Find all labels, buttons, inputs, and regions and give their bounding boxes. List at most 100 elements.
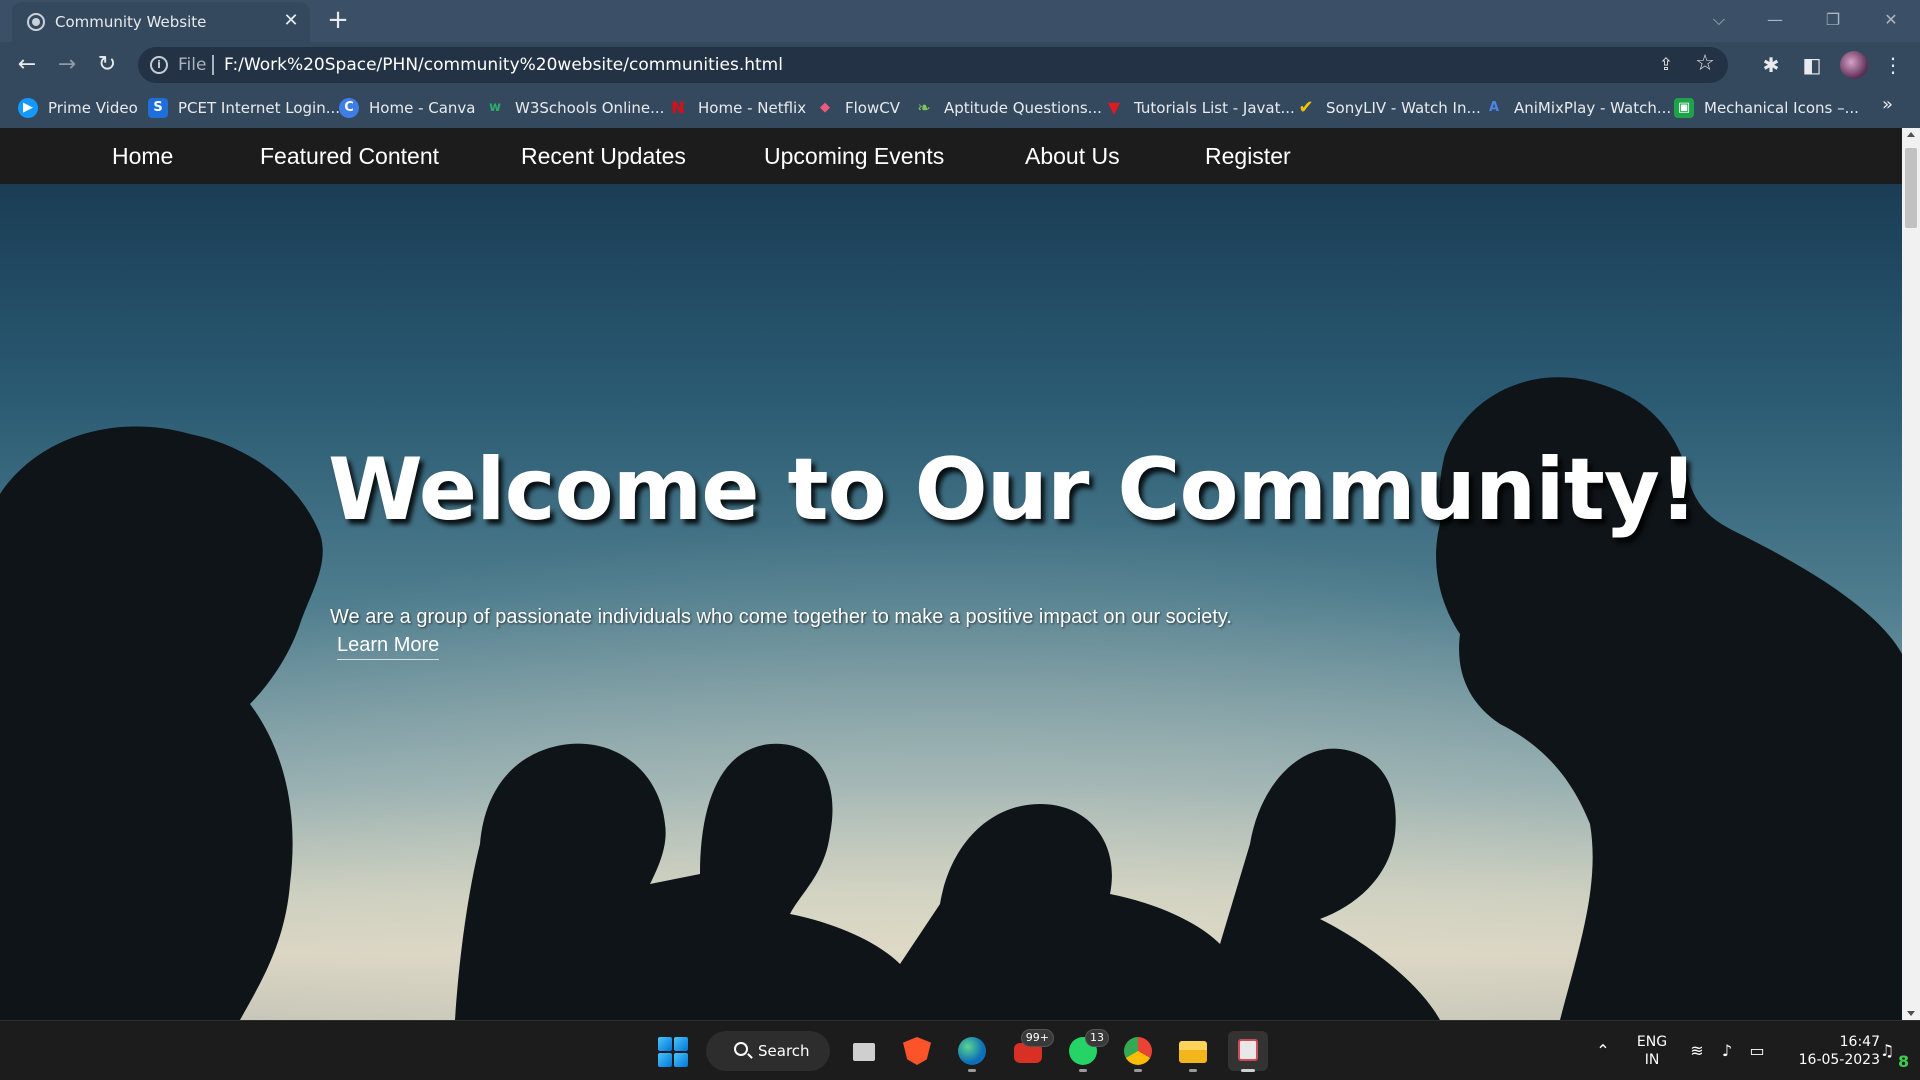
language-code: ENG <box>1636 1034 1668 1050</box>
bookmark-label: Mechanical Icons –... <box>1704 99 1859 117</box>
nav-home[interactable]: Home <box>112 128 173 184</box>
running-indicator <box>1189 1069 1197 1072</box>
time: 16:47 <box>1839 1034 1880 1050</box>
back-icon[interactable]: ← <box>12 50 42 80</box>
flowcv-icon: ◆ <box>820 100 830 115</box>
url-scheme: File <box>178 55 207 75</box>
taskbar-search[interactable]: Search <box>706 1031 830 1071</box>
nav-upcoming-events[interactable]: Upcoming Events <box>764 128 944 184</box>
bookmark-pcet[interactable]: S PCET Internet Login... <box>148 96 340 120</box>
bookmark-aptitude[interactable]: ❧ Aptitude Questions... <box>914 96 1102 120</box>
bookmark-animixplay[interactable]: A AniMixPlay - Watch... <box>1484 96 1671 120</box>
hero-section: Welcome to Our Community! We are a group… <box>0 184 1902 1020</box>
new-tab-button[interactable]: + <box>324 6 352 34</box>
running-indicator <box>968 1069 976 1072</box>
notification-bell-icon[interactable]: ♫ <box>1876 1041 1898 1061</box>
share-icon[interactable]: ⇪ <box>1656 55 1676 75</box>
browser-toolbar: ← → ↻ i File F:/Work%20Space/PHN/communi… <box>0 42 1920 88</box>
task-view-icon[interactable] <box>843 1031 883 1071</box>
bookmark-label: FlowCV <box>845 99 900 117</box>
language-indicator[interactable]: ENG IN <box>1630 1033 1674 1069</box>
bookmark-netflix[interactable]: N Home - Netflix <box>668 96 806 120</box>
nav-register[interactable]: Register <box>1205 128 1291 184</box>
tab-search-icon[interactable]: ⌵ <box>1696 6 1742 34</box>
mail-icon[interactable]: 99+ <box>1008 1029 1054 1071</box>
windows-start-icon[interactable] <box>658 1037 688 1067</box>
region-code: IN <box>1644 1052 1660 1068</box>
site-navbar: Home Featured Content Recent Updates Upc… <box>0 128 1902 184</box>
address-bar[interactable]: i File F:/Work%20Space/PHN/community%20w… <box>138 47 1728 83</box>
page-scrollbar[interactable] <box>1902 128 1920 1020</box>
bookmark-label: W3Schools Online... <box>515 99 665 117</box>
bookmarks-overflow-icon[interactable]: » <box>1882 94 1893 115</box>
chrome-browser-icon[interactable] <box>1118 1031 1158 1072</box>
menu-icon[interactable]: ⋮ <box>1880 52 1906 78</box>
clock[interactable]: 16:47 16-05-2023 <box>1780 1033 1880 1069</box>
mechanical-icons-icon: ▣ <box>1674 98 1694 118</box>
bookmark-label: SonyLIV - Watch In... <box>1326 99 1481 117</box>
active-indicator <box>1241 1069 1255 1072</box>
edge-glyph <box>958 1037 986 1065</box>
close-tab-icon[interactable]: ✕ <box>280 10 302 32</box>
whatsapp-icon[interactable]: 13 <box>1063 1029 1109 1072</box>
animixplay-icon: A <box>1488 100 1500 115</box>
volume-icon[interactable]: ♪ <box>1716 1041 1738 1061</box>
sonyliv-icon: ✔ <box>1298 97 1314 118</box>
netflix-icon: N <box>671 98 685 117</box>
search-label: Search <box>758 1042 810 1060</box>
restore-icon[interactable]: ❐ <box>1810 6 1856 34</box>
bookmark-canva[interactable]: C Home - Canva <box>339 96 476 120</box>
tab-community-website[interactable]: Community Website ✕ <box>12 2 310 42</box>
forward-icon[interactable]: → <box>52 50 82 80</box>
globe-icon <box>27 13 45 31</box>
tab-title: Community Website <box>55 13 207 31</box>
scroll-up-icon[interactable] <box>1907 132 1915 137</box>
bookmark-prime-video[interactable]: ▶ Prime Video <box>18 96 138 120</box>
date: 16-05-2023 <box>1798 1052 1880 1068</box>
learn-more-link[interactable]: Learn More <box>337 634 440 660</box>
bookmark-javatpoint[interactable]: ▼ Tutorials List - Javat... <box>1104 96 1295 120</box>
battery-icon[interactable]: ▭ <box>1746 1041 1768 1061</box>
bookmark-label: Tutorials List - Javat... <box>1134 99 1295 117</box>
bookmark-star-icon[interactable]: ☆ <box>1694 53 1716 75</box>
nav-recent-updates[interactable]: Recent Updates <box>521 128 686 184</box>
bookmark-flowcv[interactable]: ◆ FlowCV <box>815 96 900 120</box>
notification-count: 8 <box>1898 1052 1910 1071</box>
bookmark-label: PCET Internet Login... <box>178 99 341 117</box>
brave-browser-icon[interactable] <box>897 1031 937 1071</box>
profile-avatar[interactable] <box>1840 51 1868 79</box>
extensions-icon[interactable]: ✱ <box>1758 52 1784 78</box>
bookmark-sonyliv[interactable]: ✔ SonyLIV - Watch In... <box>1296 96 1481 120</box>
file-explorer-icon[interactable] <box>1173 1031 1213 1072</box>
windows-taskbar: Search 99+ 13 ⌃ ENG IN ≋ ♪ ▭ 16:47 16-05… <box>0 1020 1920 1080</box>
edge-browser-icon[interactable] <box>952 1031 992 1072</box>
minimize-icon[interactable]: — <box>1752 6 1798 34</box>
nav-featured-content[interactable]: Featured Content <box>260 128 439 184</box>
snipping-tool-icon[interactable] <box>1228 1031 1268 1072</box>
whatsapp-badge: 13 <box>1085 1029 1109 1047</box>
close-window-icon[interactable]: ✕ <box>1868 6 1914 34</box>
url-text[interactable]: F:/Work%20Space/PHN/community%20website/… <box>224 55 783 75</box>
running-indicator <box>1134 1069 1142 1072</box>
nav-about-us[interactable]: About Us <box>1025 128 1120 184</box>
tab-strip: Community Website ✕ + ⌵ — ❐ ✕ <box>0 0 1920 42</box>
pcet-icon: S <box>148 98 168 118</box>
side-panel-icon[interactable]: ◧ <box>1799 52 1825 78</box>
bookmark-w3schools[interactable]: w W3Schools Online... <box>485 96 664 120</box>
url-separator <box>212 55 214 75</box>
scroll-down-icon[interactable] <box>1907 1011 1915 1016</box>
reload-icon[interactable]: ↻ <box>92 50 122 80</box>
site-info-icon[interactable]: i <box>150 56 168 74</box>
wifi-icon[interactable]: ≋ <box>1686 1041 1708 1061</box>
folder-glyph <box>1179 1041 1207 1063</box>
scroll-thumb[interactable] <box>1905 148 1917 228</box>
bookmark-label: Home - Canva <box>369 99 476 117</box>
bookmark-label: Aptitude Questions... <box>944 99 1102 117</box>
task-view-glyph <box>853 1043 875 1061</box>
prime-video-icon: ▶ <box>18 98 38 118</box>
bookmarks-bar: ▶ Prime Video S PCET Internet Login... C… <box>0 88 1920 128</box>
web-page: Home Featured Content Recent Updates Upc… <box>0 128 1902 1020</box>
show-hidden-icons-icon[interactable]: ⌃ <box>1592 1041 1614 1061</box>
bookmark-mechanical-icons[interactable]: ▣ Mechanical Icons –... <box>1674 96 1859 120</box>
aptitude-icon: ❧ <box>917 98 931 117</box>
